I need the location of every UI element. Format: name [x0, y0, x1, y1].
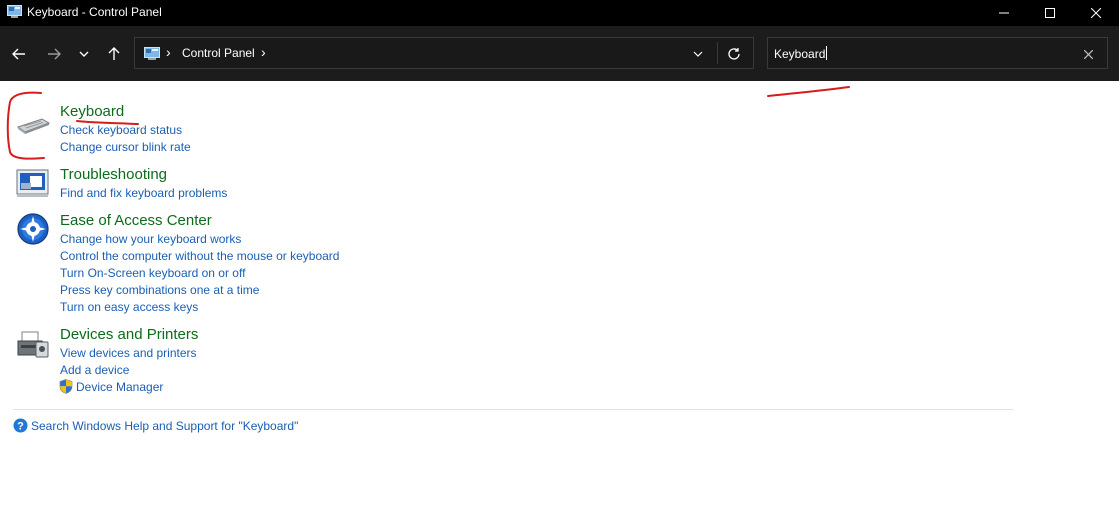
maximize-button[interactable] [1027, 0, 1073, 26]
window-title: Keyboard - Control Panel [27, 5, 162, 19]
forward-button[interactable] [43, 43, 65, 65]
address-dropdown-button[interactable] [691, 47, 705, 61]
search-box[interactable]: Keyboard [767, 37, 1108, 69]
help-icon: ? [13, 418, 28, 433]
check-keyboard-status-link[interactable]: Check keyboard status [60, 123, 182, 137]
close-button[interactable] [1073, 0, 1119, 26]
close-icon [1091, 8, 1101, 18]
control-panel-icon [7, 5, 22, 18]
up-button[interactable] [103, 43, 125, 65]
chevron-down-icon [693, 51, 703, 57]
text-caret [826, 46, 828, 60]
close-icon [1083, 49, 1093, 59]
navigation-bar: › Control Panel › Keyboard [0, 26, 1119, 81]
change-cursor-blink-rate-link[interactable]: Change cursor blink rate [60, 140, 191, 154]
search-windows-help-link[interactable]: Search Windows Help and Support for "Key… [31, 419, 298, 433]
arrow-right-icon [48, 48, 61, 60]
ease-of-access-center-heading-link[interactable]: Ease of Access Center [60, 212, 212, 229]
turn-on-screen-keyboard-link[interactable]: Turn On-Screen keyboard on or off [60, 266, 245, 280]
arrow-left-icon [12, 48, 25, 60]
keyboard-icon [16, 118, 50, 134]
breadcrumb-separator-icon[interactable]: › [261, 44, 266, 60]
title-bar: Keyboard - Control Panel [0, 0, 1119, 26]
press-key-combinations-link[interactable]: Press key combinations one at a time [60, 283, 259, 297]
change-keyboard-works-link[interactable]: Change how your keyboard works [60, 232, 241, 246]
view-devices-printers-link[interactable]: View devices and printers [60, 346, 197, 360]
minimize-icon [999, 12, 1009, 14]
breadcrumb-separator-icon[interactable]: › [166, 44, 171, 60]
refresh-icon [728, 48, 740, 60]
search-input[interactable]: Keyboard [774, 46, 828, 61]
chevron-down-icon [79, 51, 89, 57]
svg-text:?: ? [17, 421, 24, 433]
address-divider [717, 42, 718, 64]
troubleshooting-heading-link[interactable]: Troubleshooting [60, 166, 167, 183]
printer-icon [17, 331, 49, 358]
maximize-icon [1045, 8, 1055, 18]
control-without-mouse-keyboard-link[interactable]: Control the computer without the mouse o… [60, 249, 339, 263]
troubleshooting-icon [16, 169, 49, 197]
find-fix-keyboard-problems-link[interactable]: Find and fix keyboard problems [60, 186, 227, 200]
control-panel-icon [144, 47, 160, 60]
breadcrumb-control-panel[interactable]: Control Panel [182, 46, 255, 60]
uac-shield-icon [59, 379, 73, 394]
address-bar[interactable]: › Control Panel › [134, 37, 754, 69]
keyboard-heading-link[interactable]: Keyboard [60, 103, 124, 120]
recent-locations-button[interactable] [73, 43, 95, 65]
back-button[interactable] [8, 43, 30, 65]
device-manager-link[interactable]: Device Manager [76, 380, 163, 394]
clear-search-button[interactable] [1081, 47, 1095, 61]
refresh-button[interactable] [725, 45, 743, 63]
minimize-button[interactable] [981, 0, 1027, 26]
ease-of-access-icon [17, 213, 49, 245]
add-a-device-link[interactable]: Add a device [60, 363, 129, 377]
arrow-up-icon [108, 47, 120, 60]
search-input-value: Keyboard [774, 47, 826, 61]
results-divider [13, 409, 1013, 410]
turn-on-easy-access-keys-link[interactable]: Turn on easy access keys [60, 300, 198, 314]
devices-and-printers-heading-link[interactable]: Devices and Printers [60, 326, 198, 343]
